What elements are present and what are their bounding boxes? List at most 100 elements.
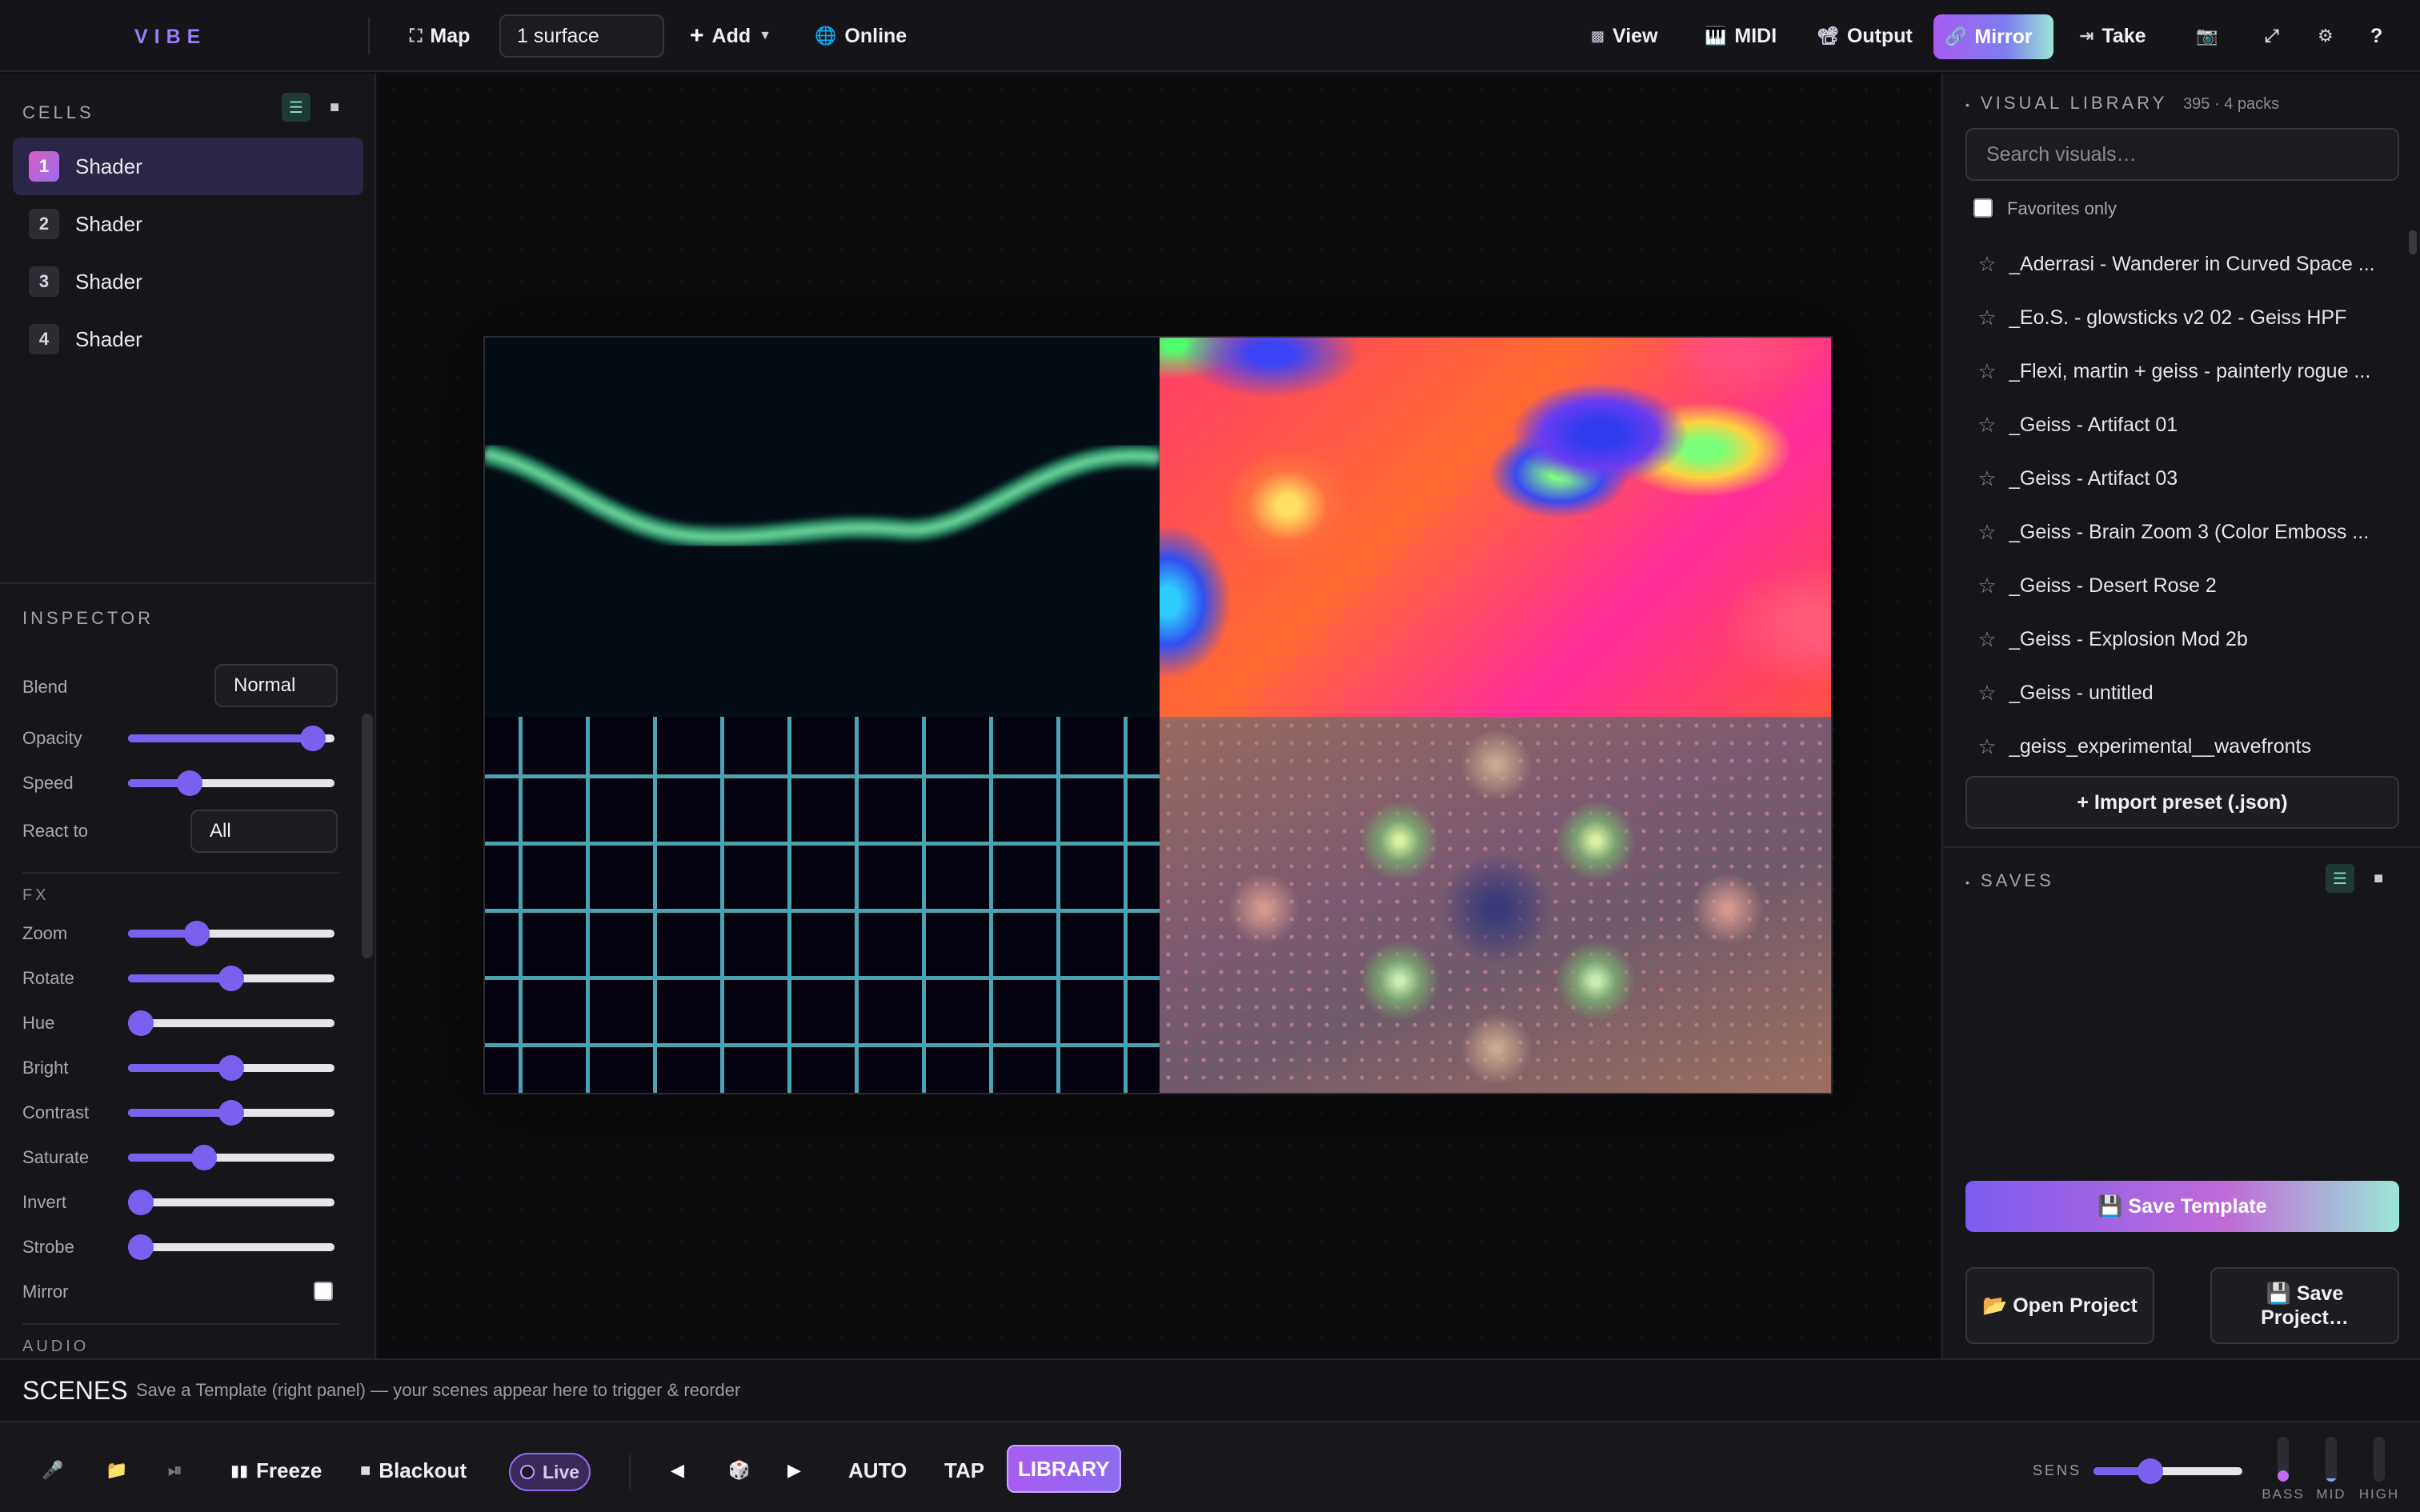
library-header[interactable]: • VISUAL LIBRARY 395 · 4 packs: [1965, 93, 2279, 114]
mirror-checkbox[interactable]: [314, 1282, 333, 1301]
library-item-label: _Geiss - Brain Zoom 3 (Color Emboss ...: [2009, 520, 2370, 543]
library-item[interactable]: ☆ _Geiss - Explosion Mod 2b: [1965, 615, 2398, 663]
save-template-button[interactable]: 💾 Save Template: [1965, 1181, 2399, 1232]
skip-button[interactable]: ⏯: [158, 1448, 192, 1493]
opacity-slider[interactable]: [128, 726, 335, 751]
star-icon[interactable]: ☆: [1965, 574, 2009, 598]
view-button[interactable]: ▩ View: [1580, 16, 1669, 56]
blend-select[interactable]: Normal: [214, 664, 338, 707]
help-button[interactable]: ?: [2359, 16, 2394, 56]
star-icon[interactable]: ☆: [1965, 627, 2009, 652]
fx-slider-bright[interactable]: [128, 1055, 335, 1081]
live-dot-icon: [520, 1465, 535, 1479]
fx-slider-contrast[interactable]: [128, 1100, 335, 1126]
expand-icon: ⤢: [2265, 26, 2279, 46]
library-scrollbar[interactable]: [2409, 230, 2417, 254]
fx-slider-rotate[interactable]: [128, 966, 335, 991]
mirror-button[interactable]: 🔗 Mirror: [1933, 14, 2053, 59]
react-to-select[interactable]: All: [190, 810, 338, 853]
library-item[interactable]: ☆ _Flexi, martin + geiss - painterly rogu…: [1965, 347, 2398, 395]
library-item[interactable]: ☆ _Geiss - Artifact 01: [1965, 401, 2398, 449]
next-button[interactable]: ▶: [778, 1448, 811, 1493]
cell-preview-3[interactable]: [485, 717, 1160, 1093]
midi-button-label: MIDI: [1734, 24, 1777, 47]
saves-grid-toggle[interactable]: ■: [2364, 864, 2393, 893]
bass-meter: [2278, 1437, 2289, 1482]
cell-number: 2: [29, 209, 59, 239]
cell-item-4[interactable]: 4 Shader: [13, 310, 363, 368]
library-item[interactable]: ☆ _Aderrasi - Wanderer in Curved Space ..…: [1965, 240, 2398, 288]
grid-view-toggle[interactable]: ■: [320, 93, 349, 122]
random-button[interactable]: 🎲: [719, 1448, 759, 1493]
fx-slider-hue[interactable]: [128, 1010, 335, 1036]
favorites-checkbox[interactable]: [1973, 198, 1993, 218]
cells-title: CELLS: [22, 102, 94, 122]
live-label: Live: [543, 1461, 580, 1482]
right-panel: • VISUAL LIBRARY 395 · 4 packs Favorites…: [1941, 74, 2420, 1358]
output-button[interactable]: 📽 Output: [1805, 16, 1924, 56]
library-item[interactable]: ☆ _Eo.S. - glowsticks v2 02 - Geiss HPF: [1965, 294, 2398, 342]
inspector-scrollbar[interactable]: [362, 714, 373, 958]
camera-button[interactable]: 📷: [2185, 16, 2229, 56]
fx-slider-zoom[interactable]: [128, 921, 335, 946]
map-button[interactable]: ⛶ Map: [399, 16, 481, 56]
take-button[interactable]: ⇥ Take: [2068, 16, 2158, 56]
cell-item-3[interactable]: 3 Shader: [13, 253, 363, 310]
star-icon[interactable]: ☆: [1965, 734, 2009, 759]
cell-item-2[interactable]: 2 Shader: [13, 195, 363, 253]
speed-slider[interactable]: [128, 770, 335, 796]
library-item[interactable]: ☆ _Geiss - Desert Rose 2: [1965, 562, 2398, 610]
surface-select[interactable]: [499, 14, 664, 58]
wave-visual: [485, 443, 1161, 548]
saves-list-toggle[interactable]: ☰: [2326, 864, 2354, 893]
star-icon[interactable]: ☆: [1965, 306, 2009, 330]
star-icon[interactable]: ☆: [1965, 359, 2009, 384]
microphone-button[interactable]: 🎤: [32, 1448, 73, 1493]
star-icon[interactable]: ☆: [1965, 252, 2009, 277]
saves-header[interactable]: • SAVES: [1965, 870, 2054, 891]
library-item[interactable]: ☆ _Geiss - Artifact 03: [1965, 454, 2398, 502]
previous-button[interactable]: ◀: [661, 1448, 694, 1493]
cell-item-1[interactable]: 1 Shader: [13, 138, 363, 195]
save-project-button[interactable]: 💾 Save Project…: [2210, 1267, 2399, 1344]
triangle-left-icon: ◀: [671, 1460, 684, 1480]
star-icon[interactable]: ☆: [1965, 520, 2009, 545]
open-project-button[interactable]: 📂 Open Project: [1965, 1267, 2154, 1344]
library-item[interactable]: ☆ _Geiss - untitled: [1965, 669, 2398, 717]
fullscreen-button[interactable]: ⤢: [2254, 16, 2290, 56]
output-button-label: Output: [1846, 24, 1913, 47]
midi-button[interactable]: 🎹 MIDI: [1693, 16, 1788, 56]
star-icon[interactable]: ☆: [1965, 466, 2009, 491]
freeze-button[interactable]: ▮▮ Freeze: [221, 1448, 331, 1493]
blackout-button[interactable]: ■ Blackout: [351, 1448, 476, 1493]
fx-slider-invert[interactable]: [128, 1190, 335, 1215]
fx-slider-strobe[interactable]: [128, 1234, 335, 1260]
folder-button[interactable]: 📁: [96, 1448, 137, 1493]
mid-meter: [2326, 1437, 2337, 1482]
cell-preview-2[interactable]: [1160, 338, 1831, 717]
library-item[interactable]: ☆ _Geiss - Brain Zoom 3 (Color Emboss ...: [1965, 508, 2398, 556]
saves-title: SAVES: [1981, 870, 2054, 890]
star-icon[interactable]: ☆: [1965, 413, 2009, 438]
tap-button[interactable]: TAP: [935, 1448, 994, 1493]
cell-preview-4[interactable]: [1160, 717, 1831, 1093]
list-view-toggle[interactable]: ☰: [282, 93, 311, 122]
cell-preview-1[interactable]: [485, 338, 1161, 717]
online-button[interactable]: 🌐 Online: [803, 16, 918, 56]
library-toggle-button[interactable]: LIBRARY: [1007, 1445, 1121, 1493]
star-icon[interactable]: ☆: [1965, 681, 2009, 706]
preview-canvas[interactable]: [378, 74, 1940, 1358]
live-button[interactable]: Live: [509, 1453, 591, 1491]
add-button[interactable]: + Add ▼: [679, 16, 783, 56]
fx-slider-saturate[interactable]: [128, 1145, 335, 1170]
import-preset-button[interactable]: + Import preset (.json): [1965, 776, 2399, 829]
settings-button[interactable]: ⚙: [2306, 16, 2345, 56]
library-search-input[interactable]: [1965, 128, 2399, 181]
auto-button[interactable]: AUTO: [839, 1448, 916, 1493]
library-item[interactable]: ☆ _geiss_experimental__wavefronts: [1965, 722, 2398, 770]
library-item-label: _Flexi, martin + geiss - painterly rogue…: [2009, 359, 2371, 382]
output-surface[interactable]: [483, 336, 1833, 1094]
triangle-right-icon: ▶: [787, 1460, 801, 1480]
sensitivity-slider[interactable]: [2093, 1458, 2242, 1484]
cell-number: 4: [29, 324, 59, 354]
